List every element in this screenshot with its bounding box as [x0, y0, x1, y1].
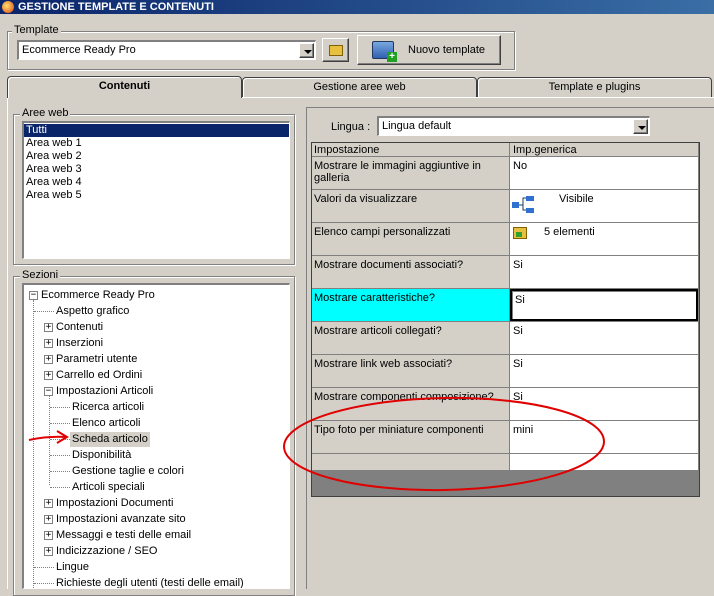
annotation-arrow-shaft [28, 435, 67, 441]
tab-contenuti[interactable]: Contenuti [7, 76, 242, 98]
annotation-ellipse [283, 396, 605, 492]
